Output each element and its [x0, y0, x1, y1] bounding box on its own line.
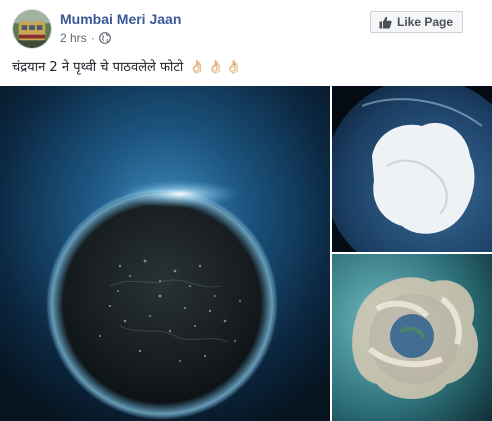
- thumbs-up-icon: [379, 16, 392, 29]
- post-timestamp[interactable]: 2 hrs: [60, 31, 87, 45]
- globe-icon[interactable]: [98, 32, 111, 44]
- photo-earth-ice[interactable]: [332, 86, 492, 252]
- post-meta: 2 hrs ·: [60, 31, 111, 45]
- page-avatar[interactable]: [12, 9, 52, 49]
- facebook-post: Mumbai Meri Jaan 2 hrs · Like Page चंद्र…: [0, 0, 492, 421]
- like-page-label: Like Page: [397, 15, 454, 29]
- meta-separator: ·: [90, 31, 95, 45]
- page-name-link[interactable]: Mumbai Meri Jaan: [60, 11, 181, 27]
- ok-hand-emoji: 👌🏻👌🏻👌🏻: [189, 60, 244, 75]
- like-page-button[interactable]: Like Page: [370, 11, 463, 33]
- post-caption: चंद्रयान 2 ने पृथ्वी चे पाठवलेले फोटो 👌🏻…: [12, 57, 244, 75]
- caption-text: चंद्रयान 2 ने पृथ्वी चे पाठवलेले फोटो: [12, 60, 184, 75]
- photo-earth-clouds[interactable]: [332, 254, 492, 421]
- photo-earth-night[interactable]: [0, 86, 330, 421]
